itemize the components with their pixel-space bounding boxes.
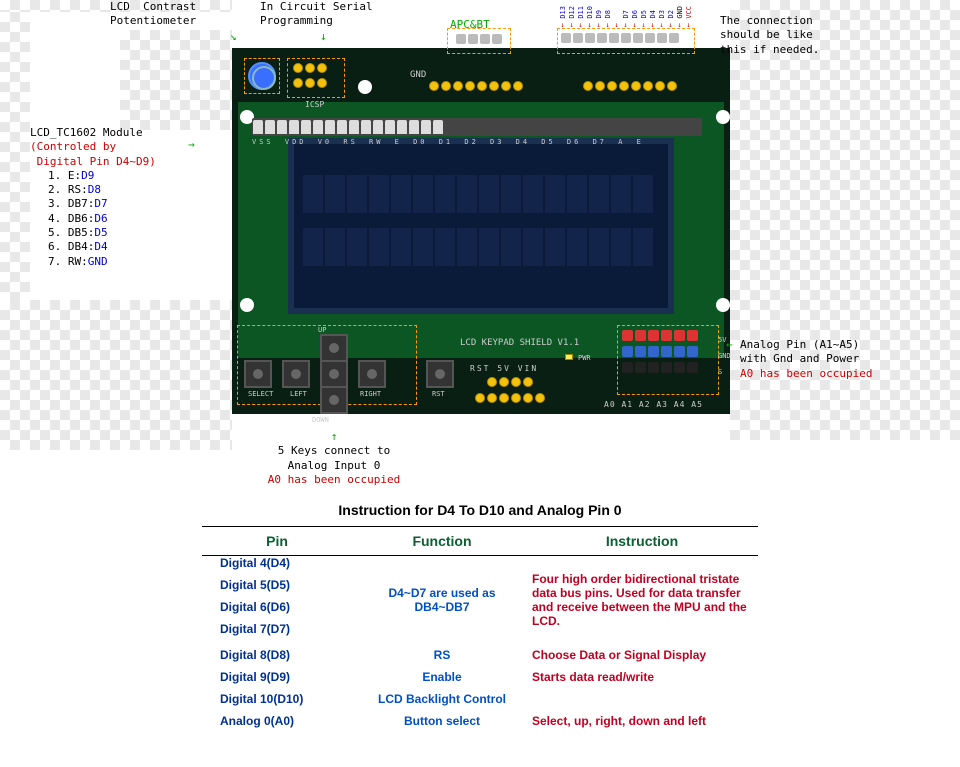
mount-hole [716,298,730,312]
button-left [282,360,310,388]
button-reset [426,360,454,388]
icsp-label: ICSP [305,100,324,109]
lcd-screen [288,138,674,314]
annot-pot: LCD Contrast Potentiometer↘ [110,0,196,29]
table-header: Pin Function Instruction [202,526,758,556]
power-text: PWR [578,354,591,362]
label-reset: RST [432,390,445,398]
lcd-pin-header [252,118,702,136]
annot-analog-pins: ← Analog Pin (A1~A5) with Gnd and Power … [740,338,872,381]
annot-keys: ↑ 5 Keys connect to Analog Input 0 A0 ha… [244,430,424,487]
power-led [565,354,573,360]
callout-connection [557,28,695,54]
shield-title: LCD KEYPAD SHIELD V1.1 [460,338,579,348]
label-left: LEFT [290,390,307,398]
mount-hole [240,298,254,312]
analog-pin-block [622,330,716,380]
label-down: DOWN [312,416,329,424]
button-up [320,334,348,362]
annot-connection: The connection should be like this if ne… [720,14,819,57]
button-right [358,360,386,388]
label-select: SELECT [248,390,273,398]
mount-hole [358,80,372,94]
button-down [320,386,348,414]
annot-apcbt: APC&BT [450,18,490,32]
instruction-table: Instruction for D4 To D10 and Analog Pin… [202,502,758,732]
callout-icsp [287,58,345,98]
label-up: UP [318,326,326,334]
power-gold-pins [474,392,574,407]
callout-pot [244,58,280,94]
table-title: Instruction for D4 To D10 and Analog Pin… [202,502,758,518]
power-gold-pins-top [486,376,562,391]
arduino-pin-arrows: D13↓D12↓D11↓D10↓D9↓D8↓↓D7↓D6↓D5↓D4↓D3↓D2… [558,6,693,29]
power-labels: RST 5V VIN [470,364,538,373]
mount-hole [716,110,730,124]
digital-gold-pins-1 [428,80,588,95]
button-center-blank [320,360,348,388]
button-select [244,360,272,388]
gnd-label: GND [410,70,426,80]
annot-icsp: In Circuit Serial Programming↓ [260,0,373,29]
annot-lcd-module: LCD_TC1602 Module (Controled by Digital … [30,126,156,269]
digital-gold-pins-2 [582,80,712,95]
lcd-pin-labels: VSS VDD V0 RS RW E D0 D1 D2 D3 D4 D5 D6 … [252,138,644,146]
label-right: RIGHT [360,390,381,398]
analog-labels: A0 A1 A2 A3 A4 A5 [604,400,703,409]
